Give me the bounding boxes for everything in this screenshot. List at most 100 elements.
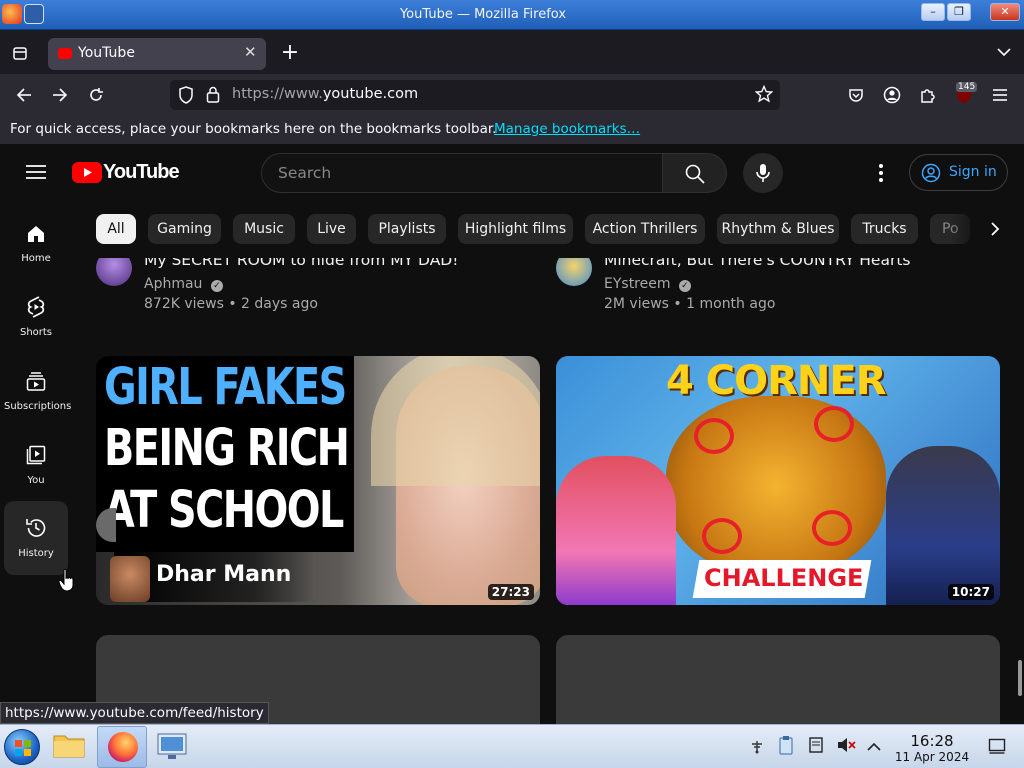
- extensions-puzzle-icon[interactable]: [918, 85, 938, 105]
- window-title: YouTube — Mozilla Firefox: [399, 7, 567, 22]
- tab-youtube[interactable]: YouTube ✕: [48, 38, 266, 70]
- tray-clipboard-icon[interactable]: [778, 735, 794, 759]
- lock-icon[interactable]: [206, 86, 220, 107]
- nav-shorts-label: Shorts: [19, 327, 53, 338]
- thumb-line3: AT SCHOOL: [104, 481, 344, 540]
- tab-overview-icon[interactable]: [10, 43, 30, 63]
- reload-icon[interactable]: [86, 85, 106, 105]
- thumb-target-4: [812, 510, 852, 546]
- chip-action-thrillers[interactable]: Action Thrillers: [585, 214, 705, 244]
- chip-playlists[interactable]: Playlists: [368, 214, 446, 244]
- user-circle-icon: [921, 163, 941, 183]
- chip-rhythm-blues[interactable]: Rhythm & Blues: [717, 214, 839, 244]
- windows-logo-icon: [15, 740, 31, 756]
- nav-shorts[interactable]: Shorts: [4, 284, 68, 358]
- thumb-bottom-text: CHALLENGE: [704, 564, 864, 592]
- bookmark-star-icon[interactable]: [754, 84, 774, 107]
- nav-home[interactable]: Home: [4, 210, 68, 284]
- nav-you-label: You: [27, 475, 45, 486]
- thumb-character-right: [886, 446, 1000, 605]
- guide-menu-icon[interactable]: [26, 164, 46, 184]
- sign-in-button[interactable]: Sign in: [909, 154, 1008, 191]
- thumb-target-1: [694, 418, 734, 454]
- nav-subscriptions-label: Subscriptions: [4, 401, 72, 412]
- thumb-brand: Dhar Mann: [156, 562, 292, 587]
- voice-search-button[interactable]: [743, 153, 783, 193]
- search-input[interactable]: Search: [261, 153, 663, 193]
- history-icon: [26, 519, 46, 537]
- chip-live[interactable]: Live: [307, 214, 356, 244]
- tracking-shield-icon[interactable]: [178, 86, 194, 108]
- account-icon[interactable]: [882, 85, 902, 105]
- chip-all[interactable]: All: [96, 214, 136, 244]
- thumb-line2: BEING RICH: [104, 419, 350, 478]
- search-icon: [685, 164, 705, 184]
- back-arrow-icon[interactable]: [14, 85, 34, 105]
- hamburger-menu-icon[interactable]: [990, 85, 1010, 105]
- address-bar[interactable]: https://www.youtube.com: [170, 80, 780, 110]
- video-thumbnail-4-corner[interactable]: 4 CORNER CHALLENGE 10:27: [556, 356, 1000, 605]
- youtube-play-logo-icon: [72, 162, 102, 183]
- start-button[interactable]: [4, 729, 40, 765]
- video-meta: 872K views • 2 days ago: [144, 296, 318, 312]
- microphone-icon: [756, 164, 770, 182]
- youtube-logo[interactable]: YouTube: [72, 161, 180, 184]
- video-meta: 2M views • 1 month ago: [604, 296, 776, 312]
- manage-bookmarks-link[interactable]: Manage bookmarks…: [494, 121, 640, 137]
- bookmarks-toolbar: For quick access, place your bookmarks h…: [0, 116, 1024, 144]
- tray-network-icon[interactable]: [748, 737, 766, 759]
- top-fade-mask: [90, 248, 1010, 258]
- close-tab-icon[interactable]: ✕: [244, 43, 257, 61]
- search-placeholder: Search: [278, 164, 332, 182]
- youtube-logo-text: YouTube: [103, 161, 180, 183]
- thumb-brand-bar: Dhar Mann: [110, 552, 314, 602]
- forward-arrow-icon[interactable]: [50, 85, 70, 105]
- taskbar: 16:28 11 Apr 2024: [0, 724, 1024, 768]
- close-window-button[interactable]: ✕: [990, 3, 1020, 21]
- url-text[interactable]: https://www.youtube.com: [232, 86, 418, 102]
- more-options-icon[interactable]: [878, 163, 884, 187]
- window-titlebar: YouTube — Mozilla Firefox – ❐ ✕: [0, 0, 1024, 30]
- nav-history-label: History: [18, 548, 54, 559]
- chip-trucks[interactable]: Trucks: [851, 214, 918, 244]
- nav-you[interactable]: You: [4, 432, 68, 506]
- youtube-page: YouTube Search Sign in All Gaming Music …: [0, 144, 1024, 724]
- tray-storage-icon[interactable]: [808, 736, 824, 758]
- new-tab-button[interactable]: +: [280, 40, 300, 65]
- status-url: https://www.youtube.com/feed/history: [0, 702, 269, 724]
- nav-history[interactable]: History: [4, 501, 68, 575]
- thumb-target-3: [702, 518, 742, 554]
- chip-highlight-films[interactable]: Highlight films: [458, 214, 573, 244]
- control-panel-taskbar-icon[interactable]: [156, 731, 192, 763]
- thumb-top-text: 4 CORNER: [666, 358, 887, 404]
- thumb-character-left: [556, 456, 676, 605]
- minimize-button[interactable]: –: [921, 3, 945, 21]
- nav-subscriptions[interactable]: Subscriptions: [4, 358, 72, 432]
- chip-gaming[interactable]: Gaming: [148, 214, 221, 244]
- list-tabs-chevron-icon[interactable]: [994, 42, 1014, 62]
- maximize-button[interactable]: ❐: [947, 3, 971, 21]
- thumb-line1: GIRL FAKES: [104, 358, 347, 417]
- tab-title: YouTube: [78, 45, 135, 61]
- verified-check-icon: ✓: [678, 280, 691, 292]
- show-desktop-icon[interactable]: [988, 737, 1006, 759]
- chip-music[interactable]: Music: [233, 214, 295, 244]
- channel-name[interactable]: EYstreem ✓: [604, 276, 691, 292]
- taskbar-clock[interactable]: 16:28 11 Apr 2024: [888, 732, 976, 764]
- video-thumbnail-girl-fakes[interactable]: GIRL FAKES BEING RICH AT SCHOOL Dhar Man…: [96, 356, 540, 605]
- page-scrollbar-thumb[interactable]: [1018, 660, 1022, 696]
- home-icon: [28, 226, 44, 242]
- tray-volume-muted-icon[interactable]: [836, 736, 856, 758]
- chips-next-chevron-icon[interactable]: [984, 218, 1006, 244]
- search-button[interactable]: [663, 153, 727, 193]
- file-manager-taskbar-icon[interactable]: [52, 731, 88, 763]
- channel-name[interactable]: Aphmau ✓: [144, 276, 223, 292]
- nav-home-label: Home: [21, 253, 51, 264]
- tray-expand-chevron-icon[interactable]: [866, 738, 882, 757]
- hand-cursor-icon: [58, 568, 80, 596]
- firefox-taskbar-icon: [108, 732, 138, 762]
- firefox-taskbar-button[interactable]: [97, 726, 147, 768]
- dhar-mann-avatar: [110, 556, 150, 602]
- pocket-icon[interactable]: [846, 85, 866, 105]
- thumb-target-2: [814, 406, 854, 442]
